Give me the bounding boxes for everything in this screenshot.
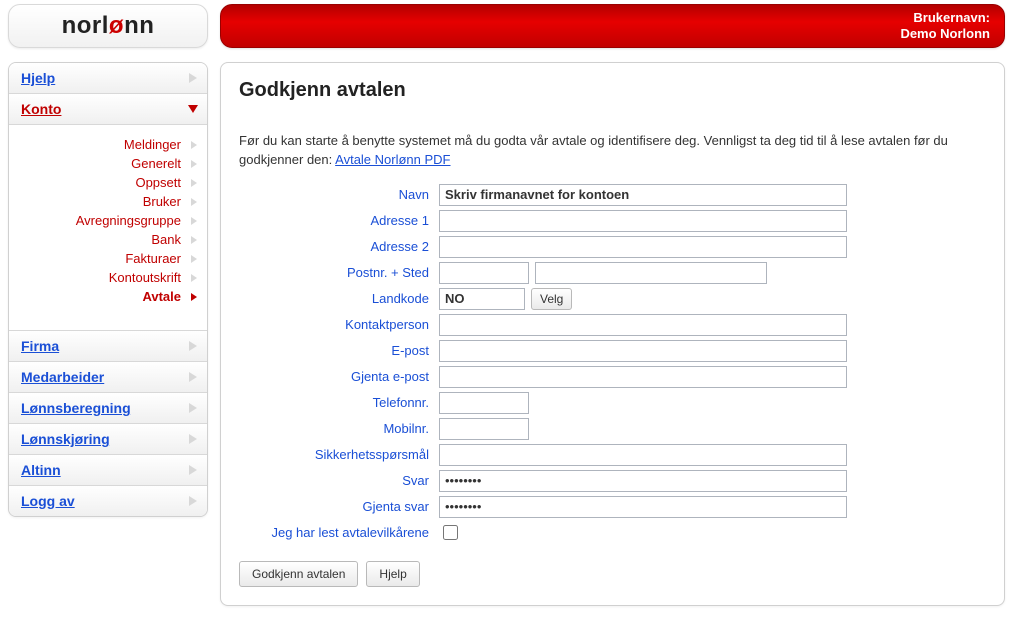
page-title: Godkjenn avtalen — [239, 79, 986, 102]
menu-lonnskjoring[interactable]: Lønnskjøring — [9, 424, 207, 455]
navn-input[interactable] — [439, 184, 847, 206]
chevron-right-icon — [191, 160, 197, 168]
telefon-input[interactable] — [439, 392, 529, 414]
gjenta-svar-input[interactable] — [439, 496, 847, 518]
agreement-form: Navn Adresse 1 Adresse 2 Postnr. + Sted — [239, 184, 986, 543]
adresse1-input[interactable] — [439, 210, 847, 232]
postnr-input[interactable] — [439, 262, 529, 284]
sub-oppsett[interactable]: Oppsett — [19, 173, 197, 192]
body: Hjelp Konto Meldinger Generelt Oppsett B… — [8, 62, 1005, 606]
label-adresse1: Adresse 1 — [239, 213, 439, 228]
chevron-right-icon — [191, 293, 197, 301]
label-epost: E-post — [239, 343, 439, 358]
user-name: Demo Norlonn — [900, 26, 990, 42]
kontaktperson-input[interactable] — [439, 314, 847, 336]
velg-landkode-button[interactable]: Velg — [531, 288, 572, 310]
hjelp-button[interactable]: Hjelp — [366, 561, 419, 587]
label-telefon: Telefonnr. — [239, 395, 439, 410]
sub-meldinger[interactable]: Meldinger — [19, 135, 197, 154]
intro-text: Før du kan starte å benytte systemet må … — [239, 132, 986, 170]
label-navn: Navn — [239, 187, 439, 202]
chevron-right-icon — [189, 403, 197, 413]
sikkerhet-input[interactable] — [439, 444, 847, 466]
user-label: Brukernavn: — [900, 10, 990, 26]
chevron-right-icon — [189, 341, 197, 351]
chevron-right-icon — [191, 255, 197, 263]
card: Godkjenn avtalen Før du kan starte å ben… — [220, 62, 1005, 606]
label-vilkar: Jeg har lest avtalevilkårene — [239, 525, 439, 540]
sted-input[interactable] — [535, 262, 767, 284]
agreement-pdf-link[interactable]: Avtale Norlønn PDF — [335, 152, 450, 167]
menu-loggav[interactable]: Logg av — [9, 486, 207, 516]
top-bar: norlønn Brukernavn: Demo Norlonn — [8, 4, 1005, 48]
menu-firma[interactable]: Firma — [9, 331, 207, 362]
sub-generelt[interactable]: Generelt — [19, 154, 197, 173]
menu-medarbeider[interactable]: Medarbeider — [9, 362, 207, 393]
chevron-right-icon — [191, 274, 197, 282]
godkjenn-button[interactable]: Godkjenn avtalen — [239, 561, 358, 587]
brand-name: norlønn — [62, 12, 155, 40]
chevron-right-icon — [191, 141, 197, 149]
menu-konto[interactable]: Konto — [9, 94, 207, 125]
chevron-right-icon — [191, 179, 197, 187]
chevron-right-icon — [191, 217, 197, 225]
gjenta-epost-input[interactable] — [439, 366, 847, 388]
vilkar-checkbox[interactable] — [443, 525, 458, 540]
svar-input[interactable] — [439, 470, 847, 492]
sub-avregningsgruppe[interactable]: Avregningsgruppe — [19, 211, 197, 230]
epost-input[interactable] — [439, 340, 847, 362]
mobil-input[interactable] — [439, 418, 529, 440]
konto-submenu: Meldinger Generelt Oppsett Bruker Avregn… — [9, 125, 207, 331]
adresse2-input[interactable] — [439, 236, 847, 258]
label-mobil: Mobilnr. — [239, 421, 439, 436]
sub-bruker[interactable]: Bruker — [19, 192, 197, 211]
landkode-input[interactable] — [439, 288, 525, 310]
chevron-right-icon — [189, 372, 197, 382]
sub-avtale[interactable]: Avtale — [19, 287, 197, 306]
user-banner: Brukernavn: Demo Norlonn — [220, 4, 1005, 48]
label-adresse2: Adresse 2 — [239, 239, 439, 254]
sub-bank[interactable]: Bank — [19, 230, 197, 249]
content: Godkjenn avtalen Før du kan starte å ben… — [220, 62, 1005, 606]
sidebar: Hjelp Konto Meldinger Generelt Oppsett B… — [8, 62, 208, 606]
menu-hjelp[interactable]: Hjelp — [9, 63, 207, 94]
label-gjenta-epost: Gjenta e-post — [239, 369, 439, 384]
chevron-right-icon — [191, 236, 197, 244]
form-actions: Godkjenn avtalen Hjelp — [239, 561, 986, 587]
chevron-down-icon — [188, 105, 198, 113]
label-gjenta-svar: Gjenta svar — [239, 499, 439, 514]
chevron-right-icon — [191, 198, 197, 206]
label-sikkerhet: Sikkerhetsspørsmål — [239, 447, 439, 462]
label-svar: Svar — [239, 473, 439, 488]
app-root: norlønn Brukernavn: Demo Norlonn Hjelp K… — [0, 0, 1013, 614]
label-landkode: Landkode — [239, 291, 439, 306]
menu-lonnsberegning[interactable]: Lønnsberegning — [9, 393, 207, 424]
label-kontaktperson: Kontaktperson — [239, 317, 439, 332]
chevron-right-icon — [189, 73, 197, 83]
brand-logo[interactable]: norlønn — [8, 4, 208, 48]
chevron-right-icon — [189, 496, 197, 506]
main-menu: Hjelp Konto Meldinger Generelt Oppsett B… — [8, 62, 208, 517]
chevron-right-icon — [189, 434, 197, 444]
menu-altinn[interactable]: Altinn — [9, 455, 207, 486]
chevron-right-icon — [189, 465, 197, 475]
sub-fakturaer[interactable]: Fakturaer — [19, 249, 197, 268]
label-postnr: Postnr. + Sted — [239, 265, 439, 280]
sub-kontoutskrift[interactable]: Kontoutskrift — [19, 268, 197, 287]
